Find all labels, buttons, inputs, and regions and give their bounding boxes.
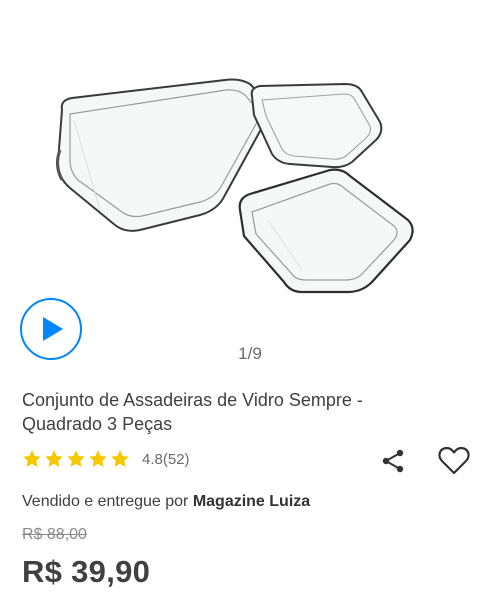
seller-name[interactable]: Magazine Luiza (193, 493, 310, 510)
rating-score-count: 4.8(52) (142, 450, 190, 468)
rating-stars (22, 449, 132, 469)
star-icon (89, 450, 107, 467)
star-icon (111, 450, 129, 467)
seller-info: Vendido e entregue por Magazine Luiza (22, 493, 310, 511)
star-icon (45, 450, 63, 467)
seller-prefix: Vendido e entregue por (22, 493, 189, 510)
product-image (55, 78, 414, 294)
product-gallery[interactable]: 1/9 (0, 0, 500, 380)
product-page: 1/9 Conjunto de Assadeiras de Vidro Semp… (0, 0, 500, 603)
favorite-button[interactable] (436, 444, 472, 478)
star-icon (67, 450, 85, 467)
product-title: Conjunto de Assadeiras de Vidro Sempre -… (22, 390, 363, 434)
play-icon (43, 317, 63, 341)
star-icon (23, 450, 41, 467)
share-button[interactable] (378, 446, 408, 476)
share-icon (382, 449, 404, 473)
gallery-page-indicator: 1/9 (238, 344, 262, 363)
current-price: R$ 39,90 (22, 554, 151, 589)
heart-icon (438, 446, 470, 475)
product-rating[interactable]: 4.8(52) (22, 449, 190, 469)
old-price: R$ 88,00 (22, 526, 87, 543)
